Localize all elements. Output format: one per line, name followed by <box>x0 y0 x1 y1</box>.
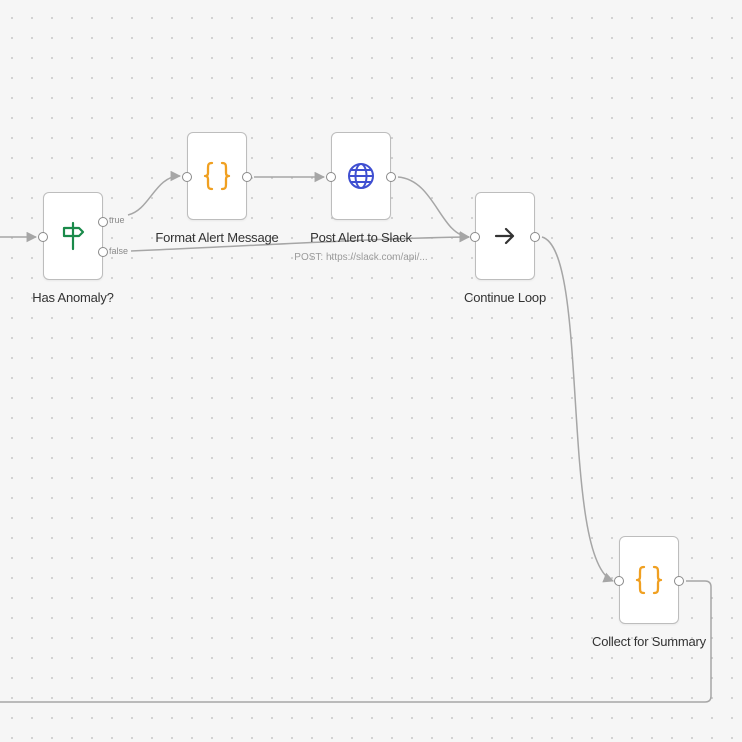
output-handle[interactable] <box>242 172 252 182</box>
input-handle[interactable] <box>614 576 624 586</box>
curly-braces-icon <box>635 565 663 595</box>
connection-continue-to-collect[interactable] <box>541 236 614 583</box>
output-handle-true[interactable] <box>98 217 108 227</box>
node-post-alert-to-slack[interactable] <box>326 132 396 220</box>
branch-label-true: true <box>109 215 125 225</box>
input-handle[interactable] <box>470 232 480 242</box>
node-label: Has Anomaly? <box>32 290 114 305</box>
node-subtitle: POST: https://slack.com/api/... <box>294 252 428 263</box>
output-handle[interactable] <box>386 172 396 182</box>
input-handle[interactable] <box>182 172 192 182</box>
branch-label-false: false <box>109 246 129 256</box>
node-has-anomaly[interactable] <box>38 192 108 280</box>
output-handle-false[interactable] <box>98 247 108 257</box>
node-collect-for-summary[interactable] <box>614 536 684 624</box>
node-continue-loop[interactable] <box>470 192 540 280</box>
connection-true-to-format-alert[interactable] <box>127 170 182 216</box>
arrow-right-icon <box>494 227 515 245</box>
curly-braces-icon <box>203 161 231 191</box>
node-label: Post Alert to Slack <box>310 230 412 245</box>
node-label: Collect for Summary <box>592 634 706 649</box>
connection-post-to-continue-loop[interactable] <box>397 176 471 242</box>
connections-layer <box>0 170 712 703</box>
input-handle[interactable] <box>38 232 48 242</box>
signpost-icon <box>62 221 85 251</box>
node-label: Continue Loop <box>464 290 546 305</box>
workflow-canvas[interactable]: true false Has Anomaly? Format Alert Mes… <box>0 0 742 742</box>
globe-icon <box>348 163 374 189</box>
output-handle[interactable] <box>674 576 684 586</box>
output-handle[interactable] <box>530 232 540 242</box>
node-format-alert-message[interactable] <box>182 132 252 220</box>
input-handle[interactable] <box>326 172 336 182</box>
